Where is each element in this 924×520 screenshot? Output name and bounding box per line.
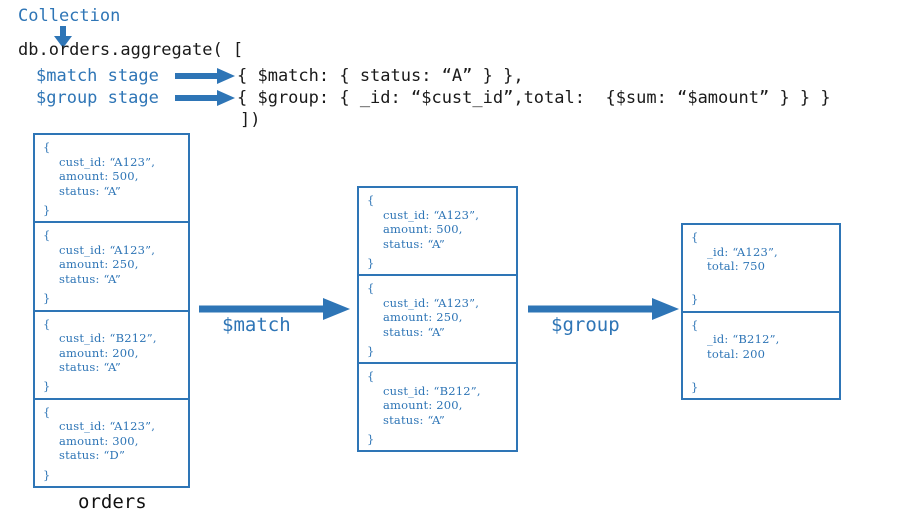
group-flow-label: $group [551, 314, 620, 336]
doc-field-amount: amount: 200, [383, 398, 463, 412]
document-card: { cust_id: “A123”, amount: 500, status: … [359, 188, 516, 276]
collection-name-caption: orders [78, 491, 147, 513]
doc-field-amount: amount: 250, [59, 257, 139, 272]
aggregation-pipeline-diagram: Collection db.orders.aggregate( [ $match… [0, 0, 924, 520]
collection-annotation-label: Collection [18, 6, 121, 26]
document-card: { cust_id: “A123”, amount: 300, status: … [35, 400, 188, 486]
doc-open-brace: { [367, 193, 375, 207]
doc-close-brace: } [43, 202, 51, 217]
code-line-match: { $match: { status: “A” } }, [237, 66, 524, 86]
group-stage-pointer-arrow-icon [175, 90, 235, 106]
doc-field-id: _id: “A123”, [707, 244, 778, 259]
doc-close-brace: } [43, 291, 51, 305]
doc-field-status: status: “A” [59, 360, 121, 374]
doc-close-brace: } [43, 467, 51, 482]
match-stage-pointer-arrow-icon [175, 68, 235, 84]
doc-field-status: status: “A” [383, 412, 445, 427]
code-line-close: ]) [240, 110, 261, 130]
doc-field-cust-id: cust_id: “A123”, [383, 207, 480, 222]
document-card: { cust_id: “A123”, amount: 250, status: … [35, 223, 188, 312]
doc-open-brace: { [43, 228, 51, 243]
document-card: { cust_id: “A123”, amount: 500, status: … [35, 135, 188, 224]
match-flow-label: $match [222, 314, 291, 336]
doc-open-brace: { [691, 230, 699, 244]
doc-field-cust-id: cust_id: “A123”, [59, 242, 156, 257]
document-card: { _id: “A123”, total: 750 } [683, 225, 839, 313]
doc-field-status: status: “D” [59, 448, 126, 463]
orders-collection-column: { cust_id: “A123”, amount: 500, status: … [33, 133, 190, 488]
doc-field-cust-id: cust_id: “A123”, [383, 295, 480, 310]
doc-field-cust-id: cust_id: “A123”, [59, 154, 156, 169]
doc-field-amount: amount: 200, [59, 345, 139, 360]
doc-close-brace: } [691, 379, 699, 394]
doc-field-status: status: “A” [59, 183, 121, 198]
doc-field-cust-id: cust_id: “A123”, [59, 419, 156, 434]
doc-field-amount: amount: 500, [383, 222, 463, 236]
doc-field-cust-id: cust_id: “B212”, [59, 331, 157, 345]
doc-field-id: _id: “B212”, [707, 332, 780, 346]
match-stage-label: $match stage [36, 66, 159, 86]
doc-close-brace: } [691, 292, 699, 306]
doc-field-amount: amount: 250, [383, 310, 463, 324]
code-line-group: { $group: { _id: “$cust_id”,total: {$sum… [237, 88, 831, 108]
document-card: { cust_id: “B212”, amount: 200, status: … [359, 364, 516, 450]
doc-close-brace: } [367, 343, 375, 358]
doc-close-brace: } [367, 255, 375, 270]
document-card: { _id: “B212”, total: 200 } [683, 313, 839, 399]
doc-open-brace: { [43, 316, 51, 331]
doc-field-status: status: “A” [59, 271, 121, 286]
doc-field-total: total: 750 [707, 259, 766, 273]
document-card: { cust_id: “A123”, amount: 250, status: … [359, 276, 516, 364]
doc-field-total: total: 200 [707, 346, 766, 361]
group-result-column: { _id: “A123”, total: 750 } { _id: “B212… [681, 223, 841, 400]
doc-close-brace: } [367, 431, 375, 446]
doc-open-brace: { [43, 140, 51, 154]
doc-field-amount: amount: 300, [59, 433, 139, 448]
doc-close-brace: } [43, 379, 51, 394]
doc-open-brace: { [367, 281, 375, 295]
doc-open-brace: { [43, 404, 51, 419]
document-card: { cust_id: “B212”, amount: 200, status: … [35, 312, 188, 400]
match-result-column: { cust_id: “A123”, amount: 500, status: … [357, 186, 518, 452]
doc-field-status: status: “A” [383, 236, 445, 251]
group-stage-label: $group stage [36, 88, 159, 108]
doc-open-brace: { [691, 317, 699, 332]
doc-open-brace: { [367, 369, 375, 383]
doc-field-status: status: “A” [383, 324, 445, 339]
doc-field-cust-id: cust_id: “B212”, [383, 383, 481, 398]
doc-field-amount: amount: 500, [59, 169, 139, 183]
code-line-aggregate: db.orders.aggregate( [ [18, 40, 244, 60]
